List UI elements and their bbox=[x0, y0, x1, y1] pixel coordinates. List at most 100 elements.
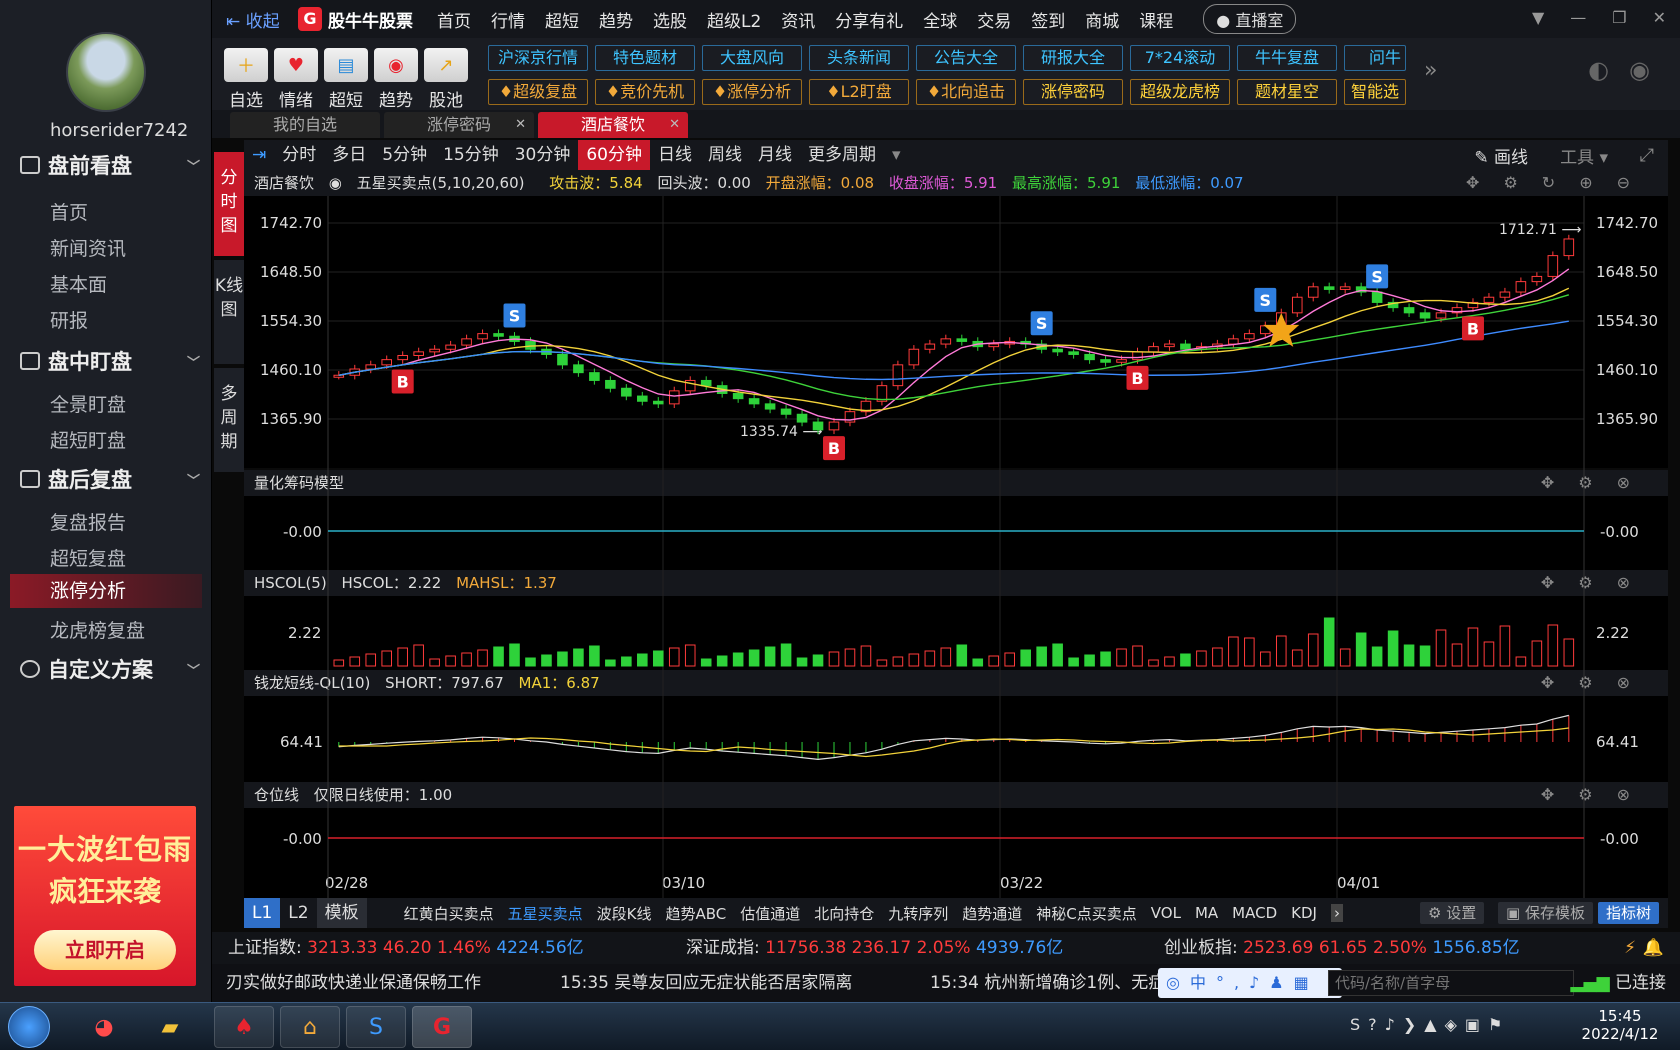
hscol-bar bbox=[988, 655, 1000, 667]
candle bbox=[764, 403, 776, 410]
indicator-item[interactable]: 神秘C点买卖点 bbox=[1036, 903, 1136, 924]
hscol-bar bbox=[796, 657, 808, 667]
hscol-bar bbox=[493, 646, 504, 667]
index-cy[interactable]: 创业板指: 2523.69 61.65 2.50% 1556.85亿 bbox=[1164, 932, 1520, 964]
indicator-item[interactable]: MA bbox=[1195, 904, 1218, 922]
candle bbox=[429, 348, 440, 353]
candle bbox=[924, 343, 936, 350]
candle bbox=[477, 333, 488, 340]
indicator-item-active[interactable]: 五星买卖点 bbox=[508, 903, 583, 924]
hscol-bar bbox=[1483, 641, 1495, 667]
indicator-item[interactable]: 趋势通道 bbox=[962, 903, 1022, 924]
indicator-item[interactable]: 红黄白买卖点 bbox=[404, 903, 494, 924]
cards-app-icon[interactable]: ♠ bbox=[214, 1006, 274, 1048]
level-l2-button[interactable]: L2 bbox=[280, 898, 316, 928]
hscol-bar bbox=[1116, 648, 1127, 667]
ma5-line bbox=[338, 268, 1570, 421]
signal-marker-label: S bbox=[1260, 291, 1272, 310]
candle bbox=[1180, 343, 1191, 350]
start-button[interactable] bbox=[8, 1006, 50, 1048]
hscol-bar bbox=[1020, 649, 1031, 667]
indicator-tree-button[interactable]: 指标树 bbox=[1598, 902, 1660, 924]
candle bbox=[748, 398, 760, 405]
indicator-item[interactable]: MACD bbox=[1232, 904, 1277, 922]
hscol-bar bbox=[349, 656, 361, 667]
candle bbox=[461, 338, 472, 346]
candle bbox=[1515, 281, 1527, 293]
hscol-bar bbox=[429, 658, 440, 667]
candle bbox=[668, 390, 680, 405]
ql-short-line bbox=[338, 714, 1569, 761]
bell-icon[interactable]: 🔔 bbox=[1643, 932, 1664, 964]
template-button[interactable]: 模板 bbox=[316, 898, 367, 928]
hscol-bar bbox=[748, 649, 760, 667]
candle bbox=[1371, 291, 1383, 303]
indicator-item[interactable]: 九转序列 bbox=[888, 903, 948, 924]
hscol-bar bbox=[1451, 643, 1463, 667]
hscol-bar bbox=[637, 653, 648, 667]
candle bbox=[1244, 333, 1255, 340]
candle bbox=[573, 364, 584, 374]
candle bbox=[1052, 348, 1063, 353]
hscol-bar bbox=[541, 654, 552, 667]
chevron-right-icon[interactable]: › bbox=[1330, 904, 1343, 922]
stock-app-icon[interactable]: G bbox=[412, 1006, 472, 1048]
chrome-icon[interactable]: ◕ bbox=[74, 1006, 134, 1048]
indicator-item[interactable]: 趋势ABC bbox=[665, 903, 726, 924]
save-template-button[interactable]: ▣ 保存模板 bbox=[1498, 902, 1593, 924]
candle bbox=[700, 379, 712, 387]
hscol-bar bbox=[397, 647, 408, 667]
candle bbox=[637, 395, 648, 402]
hscol-bar bbox=[1084, 654, 1095, 667]
settings-button[interactable]: ⚙ 设置 bbox=[1420, 902, 1485, 924]
candle bbox=[1116, 359, 1127, 363]
hscol-bar bbox=[812, 654, 824, 667]
explorer-icon[interactable]: ▰ bbox=[140, 1006, 200, 1048]
chart-overlay: B S B S B S S B bbox=[327, 196, 1585, 898]
hscol-bar bbox=[445, 655, 456, 667]
hscol-bar bbox=[924, 650, 936, 667]
level-l1-button[interactable]: L1 bbox=[244, 898, 281, 928]
hscol-bar bbox=[1260, 651, 1271, 667]
hscol-bar bbox=[892, 656, 904, 667]
ql-ma1-line bbox=[338, 727, 1569, 758]
indicator-item[interactable]: KDJ bbox=[1291, 904, 1317, 922]
index-sh[interactable]: 上证指数: 3213.33 46.20 1.46% 4224.56亿 bbox=[228, 932, 584, 964]
signal-marker-label: B bbox=[1467, 319, 1479, 338]
hscol-bar bbox=[1515, 656, 1527, 667]
tray-icons[interactable]: S?♪❯▲◈▣⚑ bbox=[1350, 1015, 1510, 1034]
candle bbox=[1307, 286, 1319, 298]
ime-toolbar[interactable]: ◎中°,♪♟▦ bbox=[1158, 968, 1342, 998]
candle bbox=[908, 348, 920, 366]
indicator-item[interactable]: 估值通道 bbox=[740, 903, 800, 924]
hscol-bar bbox=[860, 645, 872, 667]
news-item[interactable]: 刃实做好邮政快递业保通保畅工作 bbox=[226, 964, 481, 1002]
news-item[interactable]: 15:35 吴尊友回应无症状能否居家隔离 bbox=[560, 964, 852, 1002]
hscol-bar bbox=[1036, 646, 1047, 667]
signal-icon: ▂▄▆ bbox=[1570, 973, 1615, 993]
hscol-bar bbox=[1228, 636, 1239, 667]
stock-search-input[interactable] bbox=[1328, 970, 1574, 996]
indicator-item[interactable]: VOL bbox=[1151, 904, 1181, 922]
indicator-item[interactable]: 北向持仓 bbox=[814, 903, 874, 924]
clock[interactable]: 15:45 2022/4/12 bbox=[1572, 1007, 1668, 1043]
sogou-app-icon[interactable]: S bbox=[346, 1006, 406, 1048]
index-ticker: 上证指数: 3213.33 46.20 1.46% 4224.56亿 深证成指:… bbox=[212, 932, 1680, 964]
indicator-item[interactable]: 波段K线 bbox=[597, 903, 652, 924]
candle bbox=[652, 400, 664, 405]
hscol-bar bbox=[509, 643, 520, 667]
candle bbox=[1084, 353, 1095, 361]
hscol-bar bbox=[1371, 646, 1383, 667]
index-sz[interactable]: 深证成指: 11756.38 236.17 2.05% 4939.76亿 bbox=[686, 932, 1063, 964]
hscol-bar bbox=[1387, 630, 1399, 667]
lightning-icon[interactable]: ⚡ bbox=[1624, 932, 1636, 964]
candle bbox=[828, 421, 840, 431]
news-item[interactable]: 15:34 杭州新增确诊1例、无症 bbox=[930, 964, 1165, 1002]
candle bbox=[1100, 359, 1111, 363]
house-app-icon[interactable]: ⌂ bbox=[280, 1006, 340, 1048]
hscol-bar bbox=[477, 649, 488, 667]
candle bbox=[621, 387, 632, 397]
hscol-bar bbox=[1339, 648, 1351, 667]
hscol-bar bbox=[1323, 617, 1335, 667]
candle bbox=[413, 351, 424, 356]
